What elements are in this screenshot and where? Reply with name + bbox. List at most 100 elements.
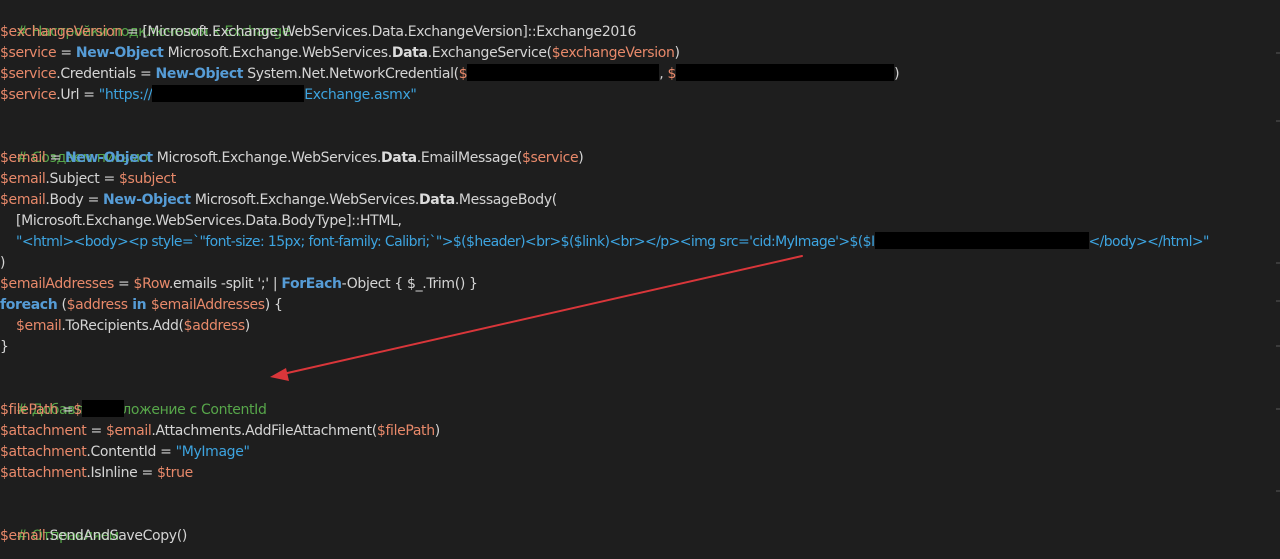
code-line-10: $email.Body = New-Object Microsoft.Excha…	[0, 190, 557, 211]
code-line-4: $service.Credentials = New-Object System…	[0, 64, 900, 85]
paren: )	[0, 255, 6, 271]
scroll-marker	[1276, 120, 1280, 122]
code-line-7: # Создаем письмо	[0, 127, 148, 166]
paren: )	[894, 66, 900, 82]
variable: $email	[0, 192, 46, 208]
namespace-segment: Data	[380, 150, 417, 166]
keyword: New-Object	[75, 45, 164, 61]
argument: $exchangeVersion	[551, 45, 675, 61]
variable: $emailAddresses	[0, 276, 114, 292]
arrow-head	[270, 368, 289, 381]
variable: $email	[0, 528, 46, 544]
member: .Body =	[45, 192, 104, 208]
code-line-8: $email = New-Object Microsoft.Exchange.W…	[0, 148, 584, 169]
variable: $address	[66, 297, 128, 313]
string: "<html><body><p style=`"font-size: 15px;…	[16, 234, 875, 250]
keyword: New-Object	[65, 150, 153, 166]
code-line-15: foreach ($address in $emailAddresses) {	[0, 295, 283, 316]
paren: (	[57, 297, 67, 313]
argument: $true	[156, 465, 193, 481]
keyword: in	[127, 297, 151, 313]
namespace-segment: Data	[419, 192, 455, 208]
argument: $Row	[133, 276, 170, 292]
type-name: Microsoft.Exchange.WebServices.	[163, 45, 393, 61]
member: .ToRecipients.Add(	[61, 318, 184, 334]
code-line-9: $email.Subject = $subject	[0, 169, 176, 190]
expression: [Microsoft.Exchange.WebServices.Data.Exc…	[142, 24, 637, 40]
code-line-16: $email.ToRecipients.Add($address)	[0, 316, 250, 337]
argument: $	[458, 66, 468, 82]
string: "https://	[98, 87, 153, 103]
member: .SendAndSaveCopy()	[45, 528, 187, 544]
expression: -Object { $_.Trim() }	[341, 276, 478, 292]
paren: )	[434, 423, 440, 439]
paren: ) {	[264, 297, 283, 313]
code-line-25: # Отправляем	[0, 505, 119, 544]
scroll-marker	[1276, 490, 1280, 492]
scroll-marker	[1276, 262, 1280, 264]
operator: =	[45, 150, 66, 166]
argument: $	[667, 66, 677, 82]
redaction-block	[676, 64, 895, 81]
operator: =	[86, 423, 106, 439]
code-line-11: [Microsoft.Exchange.WebServices.Data.Bod…	[0, 211, 402, 232]
keyword: ForEach	[281, 276, 342, 292]
member: .Subject =	[45, 171, 119, 187]
operator: =	[122, 24, 143, 40]
scroll-marker	[1276, 408, 1280, 410]
paren: )	[244, 318, 250, 334]
string: "MyImage"	[175, 444, 250, 460]
argument: $service	[522, 150, 579, 166]
argument: $	[73, 402, 82, 418]
argument: $filePath	[376, 423, 435, 439]
argument: $email	[105, 423, 152, 439]
code-line-20: $filePath =$	[0, 400, 124, 421]
code-line-19: # Добавляем вложение с ContentId	[0, 379, 266, 418]
code-line-3: $service = New-Object Microsoft.Exchange…	[0, 43, 680, 64]
keyword: New-Object	[103, 192, 191, 208]
variable: $filePath	[0, 402, 58, 418]
string: </body></html>"	[1088, 234, 1210, 250]
code-line-17: }	[0, 337, 9, 358]
variable: $exchangeVersion	[0, 24, 123, 40]
keyword: New-Object	[155, 66, 244, 82]
string: Exchange.asmx"	[304, 87, 417, 103]
redaction-block	[874, 232, 1089, 249]
member: .Attachments.AddFileAttachment(	[151, 423, 377, 439]
variable: $email	[16, 318, 62, 334]
variable: $service	[0, 66, 57, 82]
member: .IsInline =	[86, 465, 157, 481]
variable: $email	[0, 171, 46, 187]
argument: $address	[183, 318, 245, 334]
redaction-block	[467, 64, 660, 81]
type-name: .EmailMessage(	[416, 150, 523, 166]
variable: $email	[0, 150, 46, 166]
code-line-14: $emailAddresses = $Row.emails -split ';'…	[0, 274, 478, 295]
operator: =	[56, 45, 76, 61]
redaction-block	[152, 85, 305, 102]
variable: $emailAddresses	[150, 297, 265, 313]
type-name: .ExchangeService(	[427, 45, 552, 61]
namespace-segment: Data	[391, 45, 428, 61]
type-name: Microsoft.Exchange.WebServices.	[152, 150, 382, 166]
brace: }	[0, 339, 9, 355]
code-line-22: $attachment.ContentId = "MyImage"	[0, 442, 250, 463]
variable: $attachment	[0, 465, 87, 481]
code-line-5: $service.Url = "https:// Exchange.asmx"	[0, 85, 417, 106]
type-name: .MessageBody(	[454, 192, 557, 208]
expression: .emails -split ';' |	[168, 276, 282, 292]
code-line-13: )	[0, 253, 5, 274]
expression: [Microsoft.Exchange.WebServices.Data.Bod…	[16, 213, 402, 229]
member: .ContentId =	[86, 444, 176, 460]
code-editor[interactable]: # Настройки подключения к Exchange $exch…	[0, 0, 1280, 559]
code-line-26: $email.SendAndSaveCopy()	[0, 526, 187, 547]
code-line-2: $exchangeVersion = [Microsoft.Exchange.W…	[0, 22, 636, 43]
operator: =	[57, 402, 74, 418]
variable: $service	[0, 87, 57, 103]
variable: $service	[0, 45, 57, 61]
paren: )	[674, 45, 680, 61]
type-name: Microsoft.Exchange.WebServices.	[190, 192, 420, 208]
code-line-21: $attachment = $email.Attachments.AddFile…	[0, 421, 440, 442]
scroll-marker	[1276, 345, 1280, 347]
variable: $attachment	[0, 423, 87, 439]
